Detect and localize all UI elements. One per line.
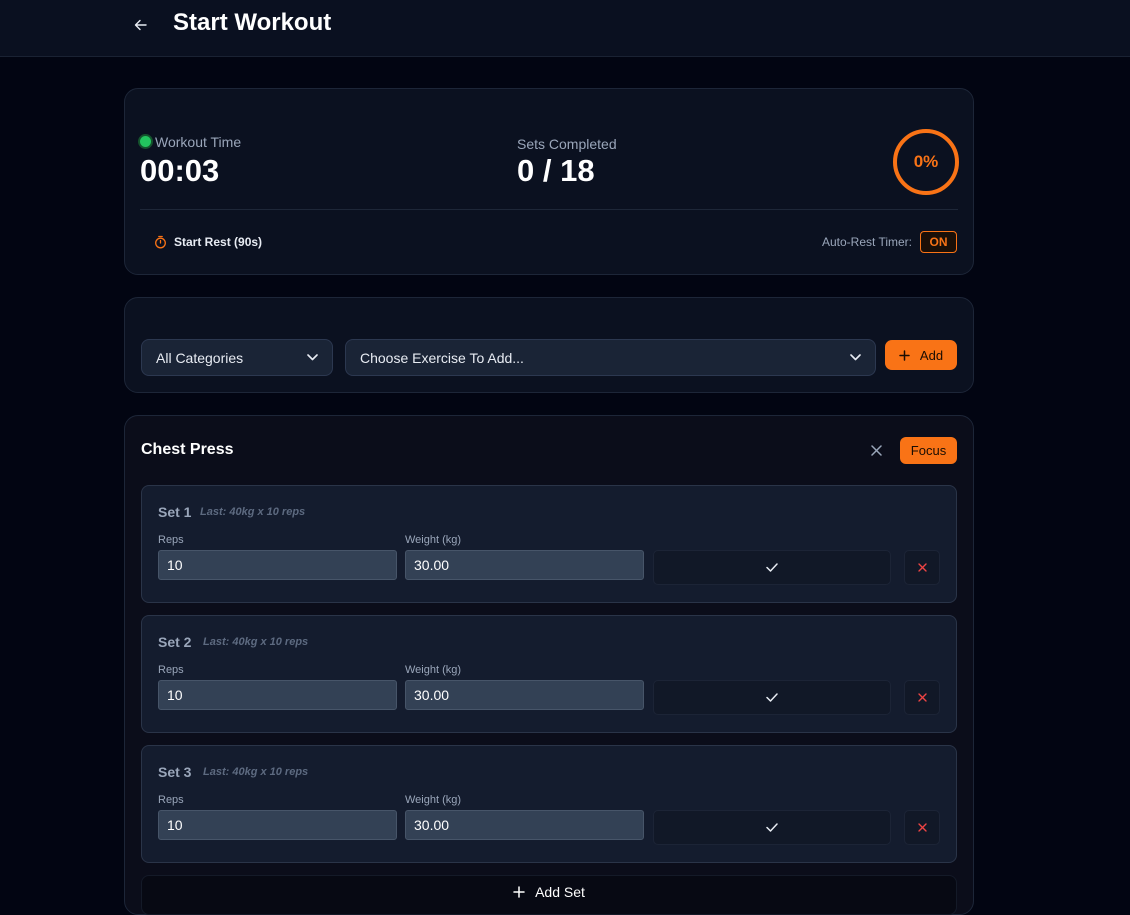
arrow-left-icon <box>134 18 148 32</box>
delete-set-button[interactable] <box>904 680 940 715</box>
start-rest-button[interactable]: Start Rest (90s) <box>142 227 274 257</box>
delete-set-button[interactable] <box>904 550 940 585</box>
close-icon <box>917 823 927 832</box>
reps-input[interactable]: 10 <box>158 810 397 840</box>
add-set-label: Add Set <box>535 884 585 900</box>
category-select-value: All Categories <box>156 349 244 366</box>
complete-set-button[interactable] <box>653 550 891 585</box>
add-exercise-label: Add <box>919 347 944 363</box>
start-rest-label: Start Rest (90s) <box>174 235 263 249</box>
workout-time-value: 00:03 <box>140 153 220 188</box>
check-icon <box>766 693 778 702</box>
workout-stats-card: Workout Time 00:03 Sets Completed 0 / 18… <box>124 88 974 275</box>
reps-label: Reps <box>158 534 184 546</box>
delete-set-button[interactable] <box>904 810 940 845</box>
close-icon <box>870 444 882 456</box>
plus-icon <box>899 349 910 361</box>
sets-completed-label: Sets Completed <box>517 136 617 152</box>
workout-time-label: Workout Time <box>155 134 242 150</box>
complete-set-button[interactable] <box>653 680 891 715</box>
add-set-button[interactable]: Add Set <box>141 875 957 915</box>
set-row: Set 3 Last: 40kg x 10 reps Reps Weight (… <box>141 745 957 863</box>
sets-completed-value: 0 / 18 <box>517 153 595 188</box>
set-title: Set 2 <box>158 634 192 650</box>
set-last-performance: Last: 40kg x 10 reps <box>200 506 306 518</box>
exercise-card: Chest Press Focus Set 1 Last: 40kg x 10 … <box>124 415 974 915</box>
stopwatch-icon <box>154 235 167 249</box>
auto-rest-label: Auto-Rest Timer: <box>821 235 912 249</box>
set-row: Set 2 Last: 40kg x 10 reps Reps Weight (… <box>141 615 957 733</box>
add-exercise-card: All Categories Choose Exercise To Add...… <box>124 297 974 393</box>
set-row: Set 1 Last: 40kg x 10 reps Reps Weight (… <box>141 485 957 603</box>
back-button[interactable] <box>128 12 154 38</box>
weight-input[interactable]: 30.00 <box>405 810 644 840</box>
plus-icon <box>513 884 525 914</box>
reps-label: Reps <box>158 664 184 676</box>
chevron-down-icon <box>307 354 318 361</box>
complete-set-button[interactable] <box>653 810 891 845</box>
close-icon <box>917 563 927 572</box>
auto-rest-toggle[interactable]: ON <box>920 231 957 253</box>
progress-ring: 0% <box>893 129 959 195</box>
weight-label: Weight (kg) <box>405 794 462 806</box>
weight-label: Weight (kg) <box>405 534 462 546</box>
status-dot-icon <box>140 136 151 147</box>
reps-input[interactable]: 10 <box>158 680 397 710</box>
set-title: Set 3 <box>158 764 192 780</box>
progress-percent: 0% <box>913 152 939 171</box>
weight-input[interactable]: 30.00 <box>405 550 644 580</box>
focus-button[interactable]: Focus <box>900 437 957 464</box>
exercise-select-value: Choose Exercise To Add... <box>360 349 524 366</box>
set-last-performance: Last: 40kg x 10 reps <box>203 766 309 778</box>
set-last-performance: Last: 40kg x 10 reps <box>203 636 309 648</box>
set-title: Set 1 <box>158 504 192 520</box>
weight-label: Weight (kg) <box>405 664 462 676</box>
remove-exercise-button[interactable] <box>865 439 887 461</box>
top-bar: Start Workout <box>0 0 1130 57</box>
chevron-down-icon <box>850 354 861 361</box>
reps-input[interactable]: 10 <box>158 550 397 580</box>
add-exercise-button[interactable]: Add <box>885 340 957 370</box>
category-select[interactable]: All Categories <box>141 339 333 376</box>
page-title: Start Workout <box>173 9 332 36</box>
exercise-select[interactable]: Choose Exercise To Add... <box>345 339 876 376</box>
reps-label: Reps <box>158 794 184 806</box>
check-icon <box>766 563 778 572</box>
exercise-name: Chest Press <box>141 441 234 458</box>
weight-input[interactable]: 30.00 <box>405 680 644 710</box>
divider <box>140 209 958 210</box>
close-icon <box>917 693 927 702</box>
check-icon <box>766 823 778 832</box>
